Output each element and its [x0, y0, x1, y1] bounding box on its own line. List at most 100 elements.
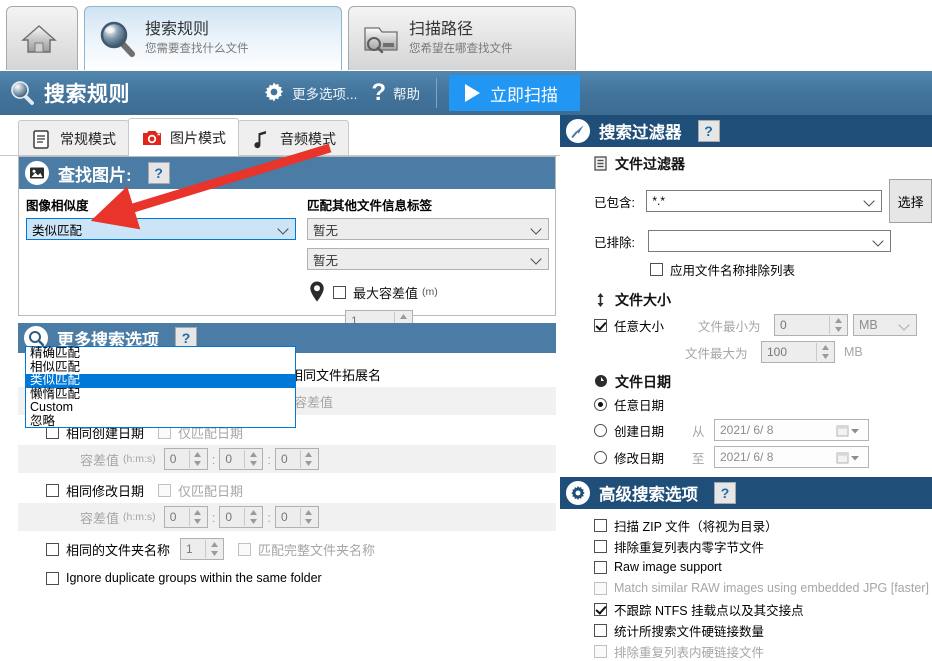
chevron-down-icon: [532, 255, 541, 264]
min-size-label: 文件最小为: [698, 316, 774, 335]
more-options-button[interactable]: 更多选项...: [263, 81, 357, 106]
any-size-checkbox[interactable]: [594, 319, 607, 332]
tag1-value: 暂无: [313, 220, 338, 239]
file-filter-section: 文件过滤器 已包含: *.* 选择 已排除: 应用文件名称排除列表: [560, 147, 932, 279]
dropdown-option[interactable]: 忽略: [26, 415, 295, 429]
dropdown-option-selected[interactable]: 类似匹配: [26, 374, 295, 388]
no-follow-ntfs-checkbox[interactable]: [594, 603, 607, 616]
modified-seconds-stepper[interactable]: 0: [275, 506, 319, 528]
dropdown-option[interactable]: 懒惰匹配: [26, 388, 295, 402]
advanced-option-row: Match similar RAW images using embedded …: [594, 579, 932, 597]
modified-date-label: 修改日期: [614, 448, 692, 467]
image-similarity-dropdown-list[interactable]: 精确匹配 相似匹配 类似匹配 懒惰匹配 Custom 忽略: [25, 346, 296, 428]
ignore-duplicate-groups-label: Ignore duplicate groups within the same …: [66, 571, 322, 585]
help-icon[interactable]: ?: [714, 482, 736, 504]
created-tolerance-label: 容差值: [80, 450, 119, 469]
nav-tab-scan-paths[interactable]: 扫描路径 您希望在哪查找文件: [348, 6, 576, 70]
stepper-arrows[interactable]: [189, 450, 206, 468]
help-icon[interactable]: ?: [148, 162, 170, 184]
advanced-option-row: 不跟踪 NTFS 挂载点以及其交接点: [594, 600, 932, 618]
exclude-label: 已排除:: [594, 232, 648, 251]
match-raw-embedded-jpg-checkbox[interactable]: [594, 582, 607, 595]
nav-tab-subtitle: 您需要查找什么文件: [145, 43, 249, 56]
created-date-radio[interactable]: [594, 424, 607, 437]
date-from-field[interactable]: 2021/ 6/ 8: [714, 419, 869, 441]
stepper-arrows[interactable]: [244, 450, 261, 468]
min-size-stepper[interactable]: 0: [774, 314, 848, 336]
max-tolerance-unit: (m): [422, 286, 438, 298]
modified-hours-stepper[interactable]: 0: [164, 506, 208, 528]
stepper-arrows[interactable]: [205, 540, 222, 558]
max-tolerance-label: 最大容差值: [353, 283, 418, 302]
help-icon[interactable]: ?: [698, 120, 720, 142]
advanced-option-row: 扫描 ZIP 文件（将视为目录）: [594, 516, 932, 534]
raw-image-support-checkbox[interactable]: [594, 561, 607, 574]
exclude-combobox[interactable]: [648, 230, 891, 252]
file-filter-title: 文件过滤器: [615, 154, 685, 174]
advanced-options-title: 高级搜索选项: [599, 481, 698, 505]
tab-picture-mode[interactable]: 图片模式: [128, 118, 239, 156]
tab-general-mode[interactable]: 常规模式: [18, 120, 129, 156]
advanced-options-list: 扫描 ZIP 文件（将视为目录） 排除重复列表内零字节文件 Raw image …: [560, 509, 932, 660]
list-icon: [594, 156, 608, 172]
apply-exclude-list-checkbox[interactable]: [650, 263, 663, 276]
date-to-field[interactable]: 2021/ 6/ 8: [714, 446, 869, 468]
magnifier-icon: [95, 17, 139, 61]
count-hardlinks-checkbox[interactable]: [594, 624, 607, 637]
created-seconds-stepper[interactable]: 0: [275, 448, 319, 470]
created-minutes-stepper[interactable]: 0: [219, 448, 263, 470]
tag2-combobox[interactable]: 暂无: [307, 248, 549, 270]
find-images-panel: 查找图片: ? 图像相似度 类似匹配 匹配其他文件信息标签 暂无 暂无: [18, 156, 556, 316]
stepper-arrows[interactable]: [829, 316, 846, 334]
modified-tolerance-label: 容差值: [80, 508, 119, 527]
nav-tab-search-rules[interactable]: 搜索规则 您需要查找什么文件: [84, 6, 342, 70]
dropdown-option[interactable]: Custom: [26, 401, 295, 415]
include-combobox[interactable]: *.*: [646, 190, 882, 212]
max-size-stepper[interactable]: 100: [761, 341, 835, 363]
stepper-arrows[interactable]: [189, 508, 206, 526]
min-size-unit-combobox[interactable]: MB: [853, 314, 917, 336]
nav-tab-home[interactable]: [6, 6, 78, 70]
stepper-arrows[interactable]: [300, 450, 317, 468]
scan-zip-checkbox[interactable]: [594, 519, 607, 532]
stepper-arrows[interactable]: [300, 508, 317, 526]
match-raw-embedded-jpg-label: Match similar RAW images using embedded …: [614, 581, 929, 595]
stepper-arrows[interactable]: [244, 508, 261, 526]
max-tolerance-checkbox[interactable]: [333, 286, 346, 299]
modified-only-date-checkbox[interactable]: [158, 484, 171, 497]
tab-audio-mode[interactable]: 音频模式: [238, 120, 349, 156]
calendar-icon[interactable]: [836, 450, 862, 465]
modified-date-radio[interactable]: [594, 451, 607, 464]
scan-now-button[interactable]: 立即扫描: [449, 75, 580, 111]
exclude-hardlinks-checkbox[interactable]: [594, 645, 607, 658]
help-button[interactable]: ? 帮助: [371, 81, 420, 105]
tag1-combobox[interactable]: 暂无: [307, 218, 549, 240]
scan-now-label: 立即扫描: [490, 81, 558, 106]
any-date-radio[interactable]: [594, 398, 607, 411]
play-icon: [465, 84, 480, 102]
full-folder-name-checkbox[interactable]: [238, 543, 251, 556]
help-glyph: ?: [182, 331, 191, 345]
modified-minutes-stepper[interactable]: 0: [219, 506, 263, 528]
calendar-icon[interactable]: [836, 423, 862, 438]
dropdown-option[interactable]: 精确匹配: [26, 347, 295, 361]
folder-depth-value: 1: [186, 542, 193, 556]
image-similarity-combobox[interactable]: 类似匹配: [26, 218, 296, 240]
exclude-zero-byte-checkbox[interactable]: [594, 540, 607, 553]
no-follow-ntfs-label: 不跟踪 NTFS 挂载点以及其交接点: [614, 600, 804, 619]
chevron-down-icon: [900, 321, 909, 330]
modified-hours-value: 0: [170, 510, 177, 524]
select-filter-button[interactable]: 选择: [889, 179, 932, 223]
created-hours-stepper[interactable]: 0: [164, 448, 208, 470]
nav-tab-subtitle: 您希望在哪查找文件: [409, 43, 513, 56]
stepper-arrows[interactable]: [816, 343, 833, 361]
folder-depth-stepper[interactable]: 1: [180, 538, 224, 560]
chevron-down-icon: [874, 237, 883, 246]
same-folder-name-checkbox[interactable]: [46, 543, 59, 556]
search-filter-header: 搜索过滤器 ?: [560, 115, 932, 147]
same-modified-date-checkbox[interactable]: [46, 484, 59, 497]
file-filter-heading: 文件过滤器: [594, 154, 932, 174]
ignore-duplicate-groups-checkbox[interactable]: [46, 572, 59, 585]
left-panel: 常规模式 图片模式 音频模式: [0, 115, 560, 600]
dropdown-option[interactable]: 相似匹配: [26, 361, 295, 375]
